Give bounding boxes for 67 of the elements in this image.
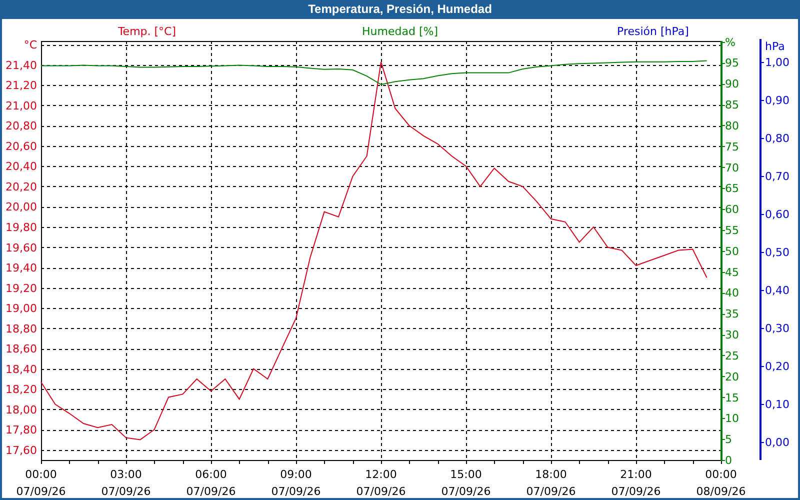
tick-label: 0,80 (765, 132, 790, 145)
tick-label: 00:00 07/09/26 (16, 468, 66, 498)
tick-label: 1,00 (765, 56, 790, 69)
tick-label: 17,60 (6, 444, 37, 457)
tick-label: 0,90 (765, 94, 790, 107)
tick-label: 75 (725, 140, 739, 154)
tick-label: 60 (725, 203, 739, 216)
tick-label: 45 (725, 266, 739, 279)
tick-label: 21,40 (6, 58, 37, 72)
tick-label: 19,60 (6, 241, 37, 254)
tick-label: 0 (725, 454, 732, 467)
tick-label: 18,00 (6, 403, 37, 416)
tick-label: 5 (725, 433, 732, 446)
tick-label: 85 (725, 98, 739, 112)
tick-label: 0,30 (765, 322, 790, 336)
tick-label: 35 (725, 308, 739, 321)
tick-label: 80 (725, 119, 739, 132)
tick-label: 50 (725, 244, 739, 258)
tick-label: 15:00 07/09/26 (441, 468, 491, 498)
tick-label: 0,60 (765, 208, 790, 221)
tick-label: 19,40 (6, 262, 37, 275)
tick-label: 18,80 (6, 322, 37, 336)
tick-label: 65 (725, 182, 739, 196)
axis-title: Presión [hPa] (617, 25, 689, 38)
tick-label: 55 (725, 224, 739, 237)
tick-label: 0,40 (765, 284, 790, 298)
tick-label: 21:00 07/09/26 (611, 468, 661, 498)
window-title: Temperatura, Presión, Humedad (307, 1, 493, 18)
tick-label: 0,20 (765, 360, 790, 374)
tick-label: 0,00 (765, 436, 790, 450)
tick-label: 18,60 (6, 342, 37, 356)
tick-label: 21,00 (6, 99, 37, 112)
tick-label: 0,50 (765, 246, 790, 260)
tick-label: 40 (725, 286, 739, 300)
tick-label: % (725, 36, 736, 49)
tick-label: 19,00 (6, 302, 37, 316)
tick-label: 20,20 (6, 180, 37, 194)
tick-label: 00:00 08/09/26 (696, 468, 746, 498)
tick-label: 20,40 (6, 160, 37, 174)
tick-label: 15 (725, 391, 739, 404)
tick-label: 21,20 (6, 79, 37, 92)
tick-label: 06:00 07/09/26 (186, 468, 236, 498)
tick-label: 95 (725, 56, 739, 70)
tick-label: °C (24, 38, 37, 52)
tick-label: 70 (725, 161, 739, 174)
tick-label: 03:00 07/09/26 (101, 468, 151, 498)
tick-label: 20 (725, 370, 739, 384)
tick-label: 0,10 (765, 398, 790, 412)
tick-label: 20,80 (6, 120, 37, 133)
tick-label: 0,70 (765, 170, 790, 183)
axis-title: Humedad [%] (362, 25, 438, 38)
tick-label: 19,20 (6, 282, 37, 295)
tick-label: 17,80 (6, 424, 37, 437)
tick-label: 10 (725, 412, 739, 426)
tick-label: 18,40 (6, 362, 37, 376)
axis-title: Temp. [°C] (118, 25, 176, 38)
tick-label: 09:00 07/09/26 (271, 468, 321, 498)
tick-label: 25 (725, 349, 739, 362)
tick-label: 18:00 07/09/26 (526, 468, 576, 498)
tick-label: hPa (765, 40, 785, 53)
tick-label: 19,80 (6, 221, 37, 234)
tick-label: 12:00 07/09/26 (356, 468, 406, 498)
tick-label: 30 (725, 328, 739, 342)
tick-label: 90 (725, 78, 739, 91)
tick-label: 18,20 (6, 383, 37, 396)
tick-label: 20,00 (6, 200, 37, 214)
tick-label: 20,60 (6, 140, 37, 153)
